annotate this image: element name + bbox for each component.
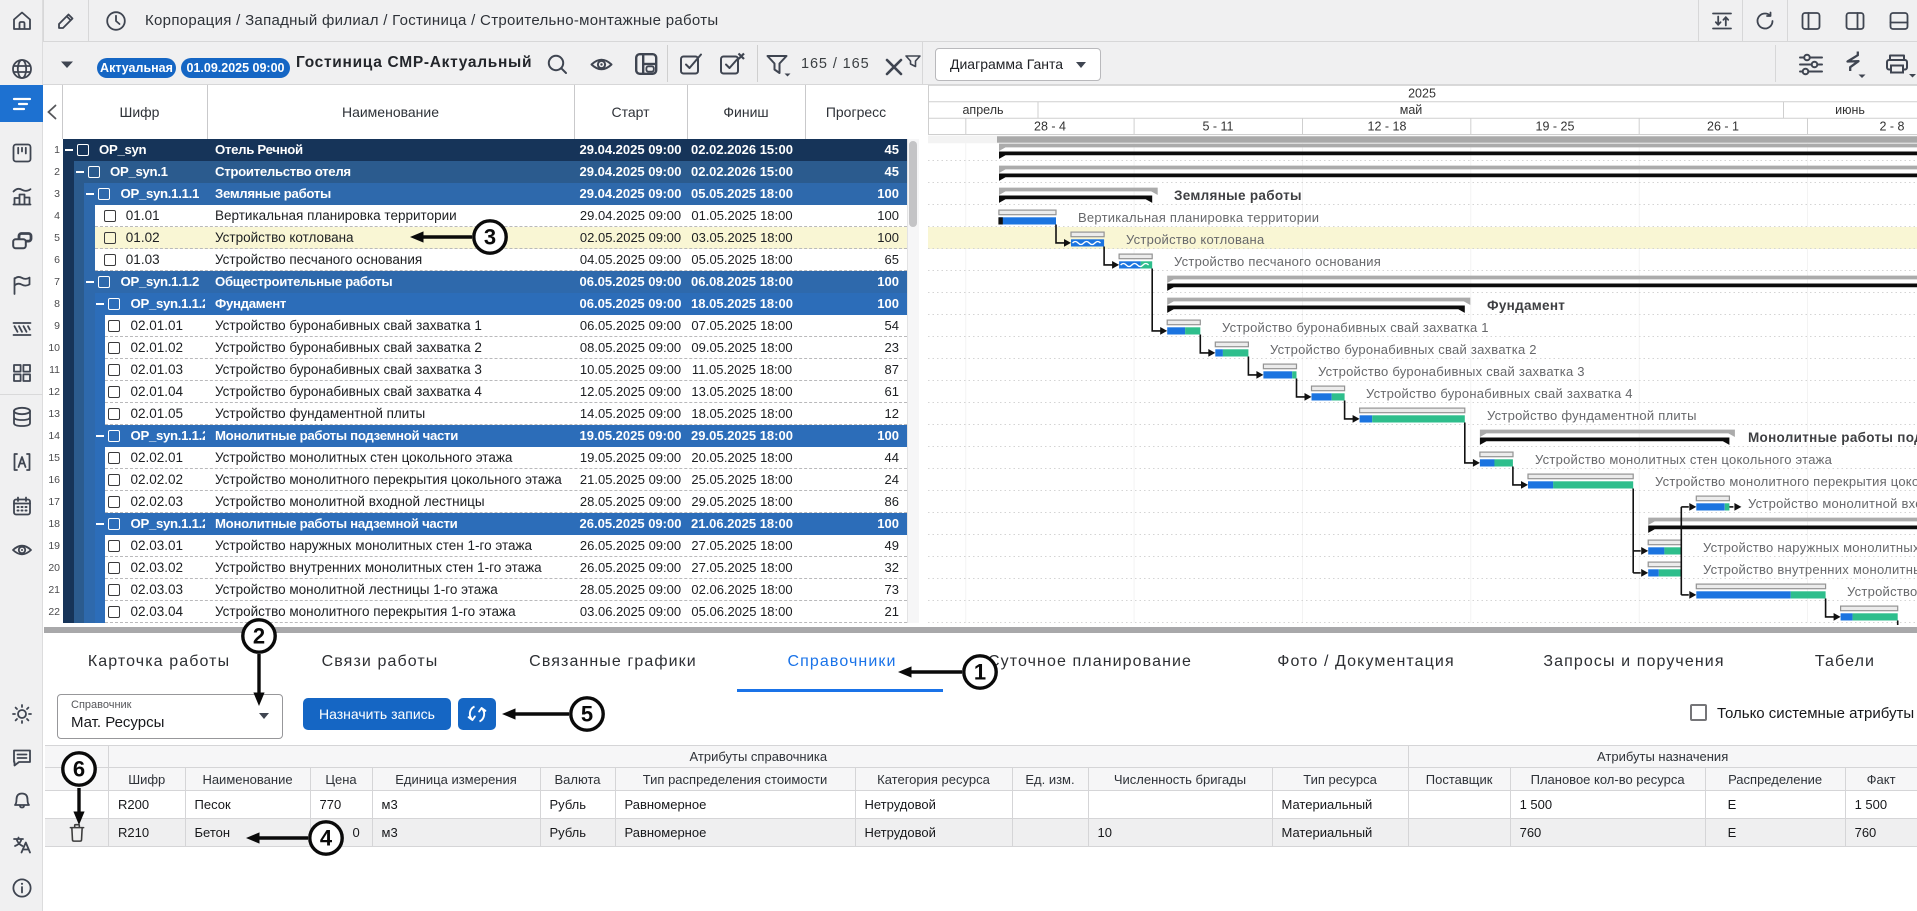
svg-text:5: 5 bbox=[581, 702, 593, 727]
svg-text:Устройство фундаментной плиты: Устройство фундаментной плиты bbox=[1487, 408, 1697, 423]
svg-text:26 - 1: 26 - 1 bbox=[1707, 120, 1739, 134]
svg-text:19 - 25: 19 - 25 bbox=[1536, 120, 1575, 134]
svg-text:Устройство внутренних монолитн: Устройство внутренних монолитных bbox=[1703, 562, 1917, 577]
svg-text:Устройство м: Устройство м bbox=[1847, 584, 1917, 599]
svg-text:Устройство монолитных стен цок: Устройство монолитных стен цокольного эт… bbox=[1535, 452, 1833, 467]
svg-text:май: май bbox=[1400, 103, 1423, 117]
svg-text:Устройство монолитного перекры: Устройство монолитного перекрытия цоколь… bbox=[1655, 474, 1917, 489]
svg-text:Устройство котлована: Устройство котлована bbox=[1126, 232, 1265, 247]
svg-text:Устройство монолитной вход: Устройство монолитной вход bbox=[1748, 496, 1917, 511]
svg-text:Монолитные работы подзем: Монолитные работы подзем bbox=[1748, 430, 1917, 445]
svg-text:2 - 8: 2 - 8 bbox=[1879, 120, 1904, 134]
svg-text:апрель: апрель bbox=[962, 103, 1003, 117]
svg-text:28 - 4: 28 - 4 bbox=[1034, 120, 1066, 134]
svg-text:Устройство буронабивных свай з: Устройство буронабивных свай захватка 1 bbox=[1222, 320, 1489, 335]
svg-text:июнь: июнь bbox=[1835, 103, 1865, 117]
svg-text:Устройство буронабивных свай з: Устройство буронабивных свай захватка 4 bbox=[1366, 386, 1633, 401]
svg-text:2025: 2025 bbox=[1408, 87, 1436, 101]
svg-text:12 - 18: 12 - 18 bbox=[1368, 120, 1407, 134]
svg-text:Земляные работы: Земляные работы bbox=[1174, 188, 1302, 203]
svg-text:Устройство буронабивных свай з: Устройство буронабивных свай захватка 3 bbox=[1318, 364, 1585, 379]
svg-text:Устройство буронабивных свай з: Устройство буронабивных свай захватка 2 bbox=[1270, 342, 1537, 357]
svg-text:Вертикальная планировка террит: Вертикальная планировка территории bbox=[1078, 210, 1319, 225]
svg-text:Фундамент: Фундамент bbox=[1487, 298, 1565, 313]
svg-text:Устройство песчаного основания: Устройство песчаного основания bbox=[1174, 254, 1381, 269]
svg-text:5 - 11: 5 - 11 bbox=[1202, 120, 1233, 134]
svg-text:Устройство наружных монолитных: Устройство наружных монолитных с bbox=[1703, 540, 1917, 555]
